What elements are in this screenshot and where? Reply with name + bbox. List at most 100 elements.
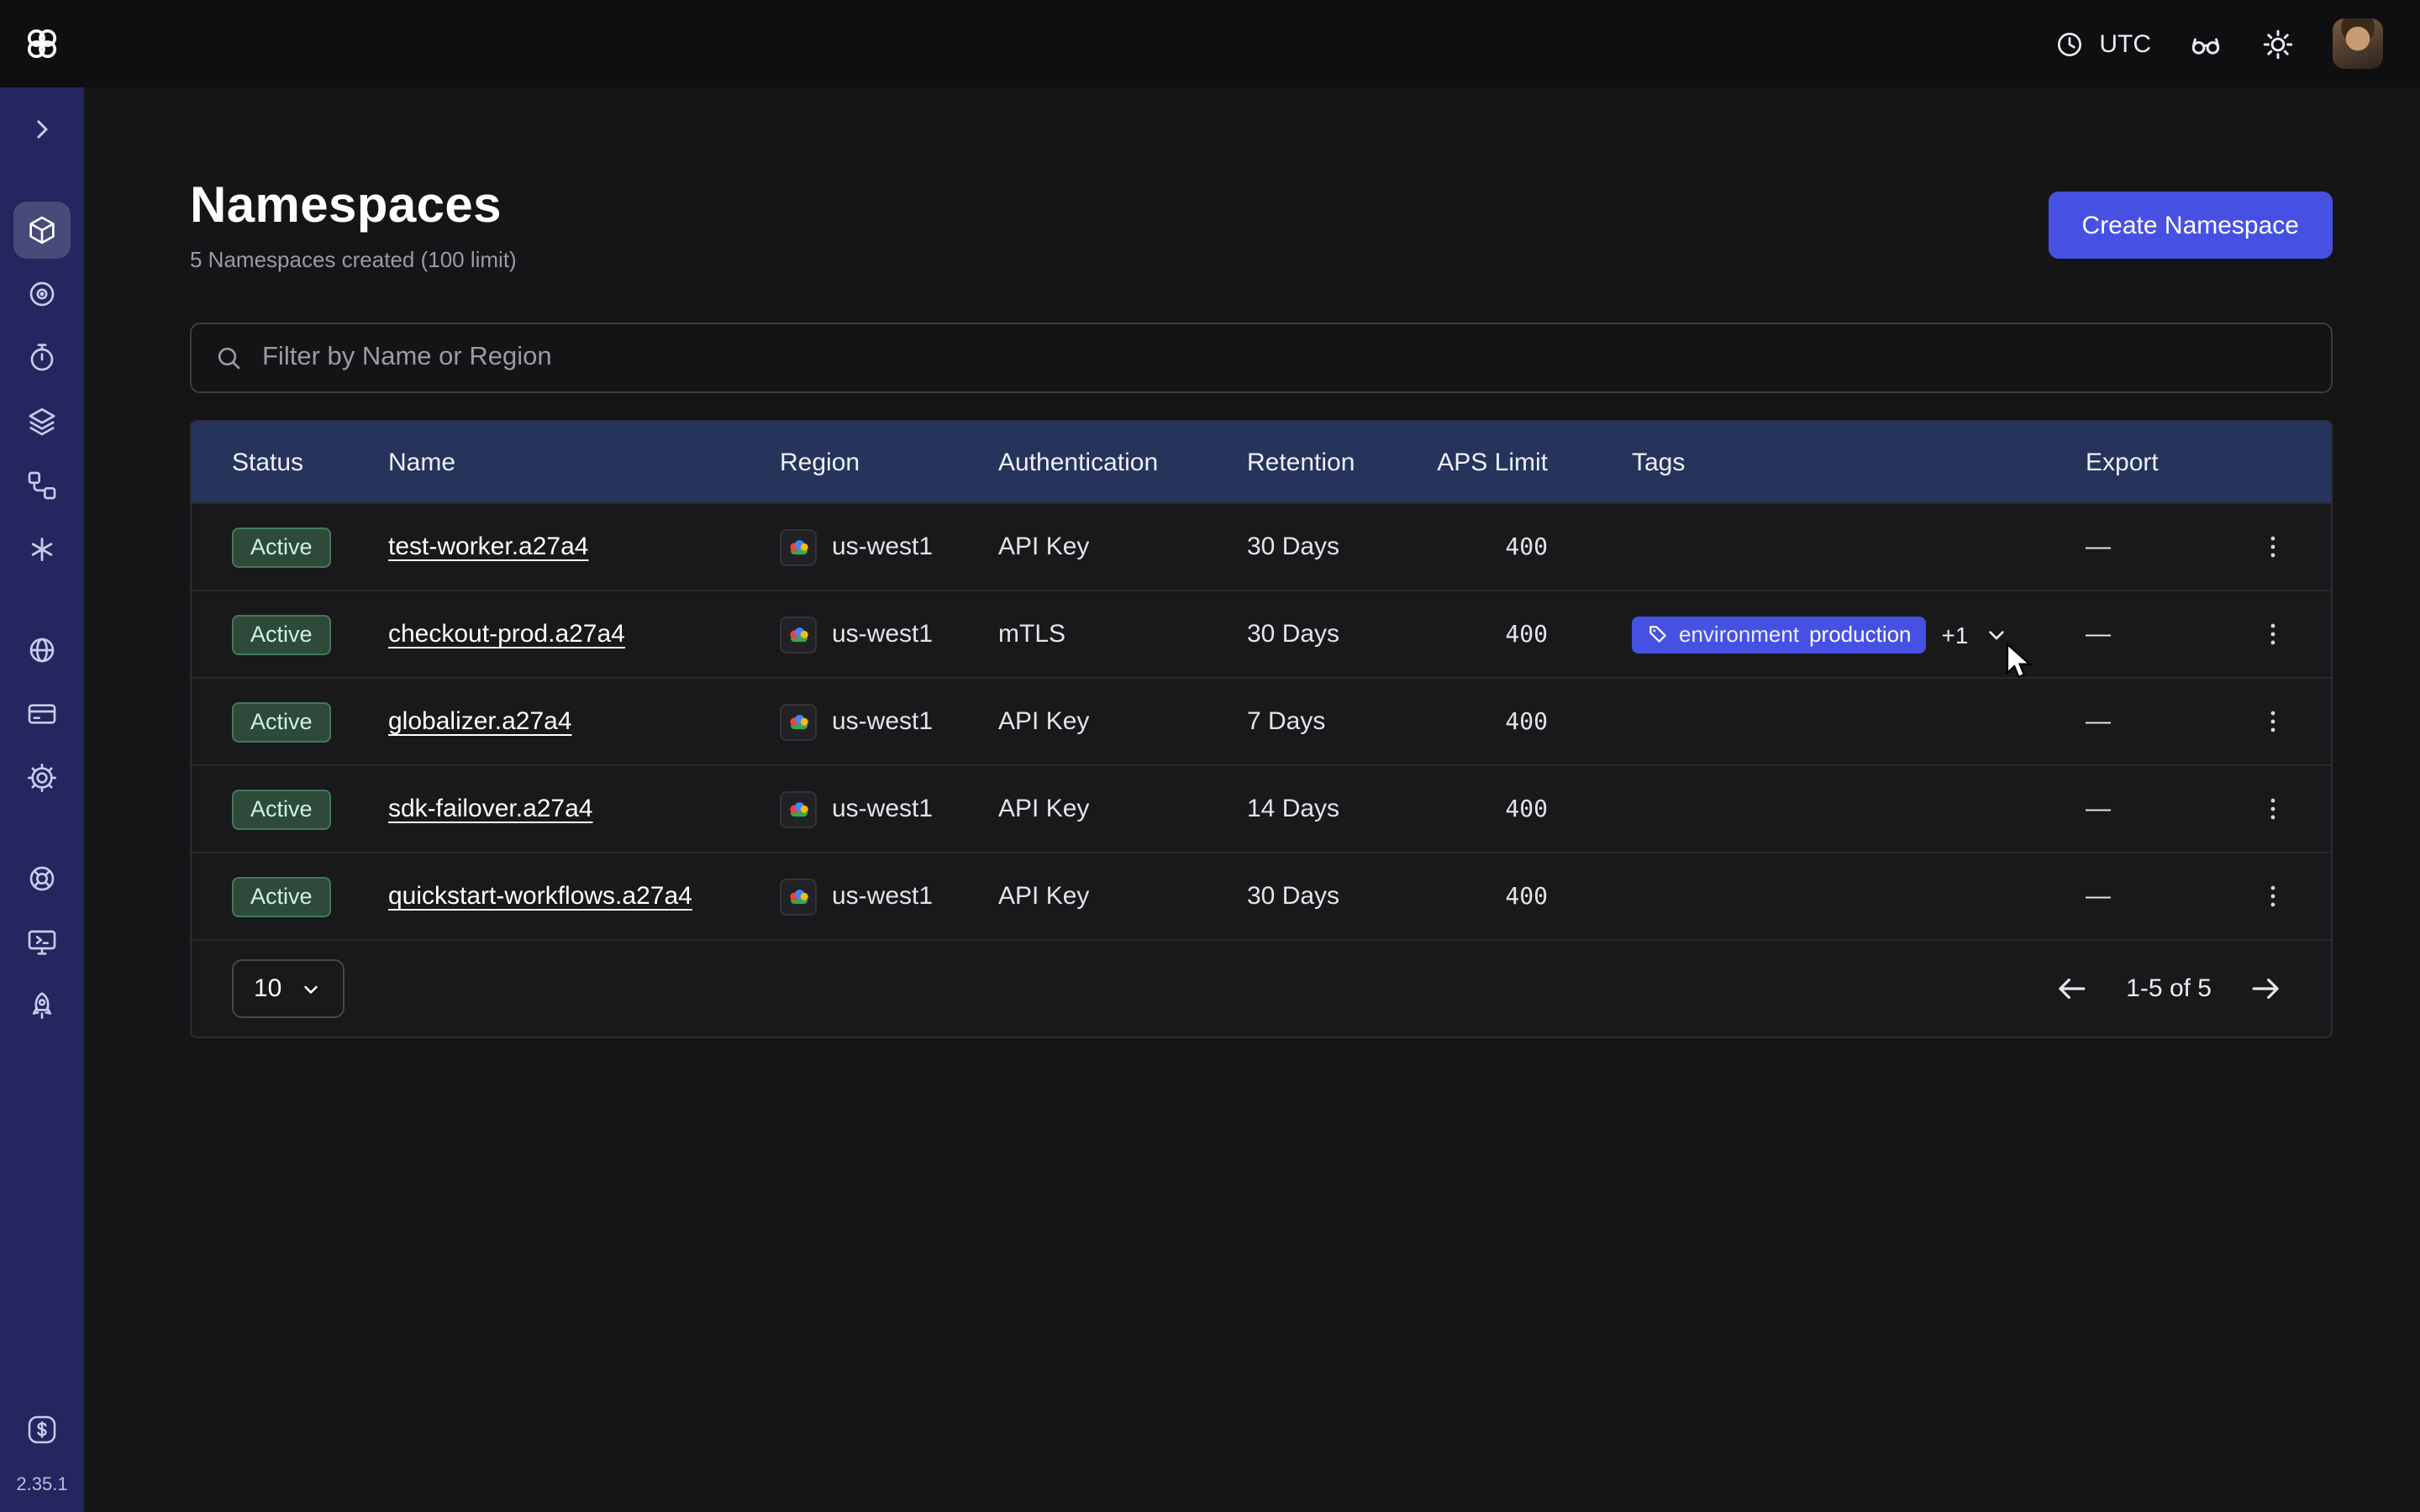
column-header-region: Region [780, 448, 998, 476]
column-header-tags: Tags [1632, 448, 2086, 476]
aps-value: 400 [1432, 533, 1632, 560]
tag-icon [1647, 622, 1669, 644]
status-badge: Active [232, 701, 331, 742]
retention-label: 30 Days [1247, 533, 1432, 561]
gcp-cloud-icon [780, 878, 817, 915]
sidebar-item-support-lifebuoy-icon[interactable] [13, 850, 71, 907]
retention-label: 14 Days [1247, 795, 1432, 823]
gcp-cloud-icon [780, 790, 817, 827]
namespaces-table: Status Name Region Authentication Retent… [190, 420, 2333, 1038]
pagination-next-arrow-icon[interactable] [2245, 968, 2287, 1010]
sidebar-item-layers-icon[interactable] [13, 393, 71, 450]
export-value: — [2086, 707, 2237, 736]
region-label: us-west1 [832, 620, 933, 648]
sidebar-item-workflow-branch-icon[interactable] [13, 457, 71, 514]
create-namespace-button[interactable]: Create Namespace [2049, 192, 2333, 259]
export-value: — [2086, 882, 2237, 911]
row-menu-kebab-icon[interactable] [2252, 701, 2294, 743]
status-badge: Active [232, 876, 331, 916]
tag-key: environment [1679, 621, 1799, 646]
page-subtitle: 5 Namespaces created (100 limit) [190, 247, 517, 272]
aps-value: 400 [1432, 621, 1632, 648]
column-header-retention: Retention [1247, 448, 1432, 476]
namespace-link[interactable]: globalizer.a27a4 [388, 707, 572, 736]
sidebar-item-target-icon[interactable] [13, 265, 71, 323]
column-header-status: Status [232, 448, 388, 476]
retention-label: 30 Days [1247, 882, 1432, 911]
region-label: us-west1 [832, 533, 933, 561]
theme-toggle-sun-icon[interactable] [2260, 26, 2296, 61]
page-size-select[interactable]: 10 [232, 959, 344, 1018]
user-avatar[interactable] [2333, 18, 2383, 69]
search-icon [213, 343, 244, 373]
tag-more-count: +1 [1942, 621, 1969, 648]
sidebar-item-billing-card-icon[interactable] [13, 685, 71, 743]
clock-icon [2054, 28, 2086, 60]
sidebar: 2.35.1 [0, 87, 84, 1512]
table-row: Active globalizer.a27a4 us-west1 [192, 677, 2331, 764]
auth-label: API Key [998, 533, 1247, 561]
page-size-value: 10 [254, 974, 281, 1003]
gcp-cloud-icon [780, 616, 817, 653]
namespace-link[interactable]: quickstart-workflows.a27a4 [388, 882, 692, 911]
filter-search [190, 323, 2333, 393]
table-row: Active sdk-failover.a27a4 us-west1 [192, 764, 2331, 852]
tags-expand-chevron-icon[interactable] [1983, 621, 2010, 648]
page-title: Namespaces [190, 178, 517, 235]
namespace-link[interactable]: sdk-failover.a27a4 [388, 795, 593, 823]
sidebar-collapse-chevron-icon[interactable] [13, 101, 71, 158]
row-menu-kebab-icon[interactable] [2252, 875, 2294, 917]
table-row: Active test-worker.a27a4 us-west1 [192, 502, 2331, 590]
sidebar-item-nexus-asterisk-icon[interactable] [13, 521, 71, 578]
column-header-name: Name [388, 448, 780, 476]
glasses-icon[interactable] [2188, 26, 2223, 61]
gcp-cloud-icon [780, 528, 817, 565]
main-panel: Namespaces 5 Namespaces created (100 lim… [84, 87, 2420, 1512]
column-header-export: Export [2086, 448, 2237, 476]
pagination-prev-arrow-icon[interactable] [2050, 968, 2092, 1010]
row-menu-kebab-icon[interactable] [2252, 526, 2294, 568]
timezone-selector[interactable]: UTC [2054, 28, 2151, 60]
tag-value: production [1809, 621, 1911, 646]
aps-value: 400 [1432, 883, 1632, 910]
status-badge: Active [232, 614, 331, 654]
namespace-link[interactable]: checkout-prod.a27a4 [388, 620, 625, 648]
pagination-range: 1-5 of 5 [2126, 974, 2212, 1003]
auth-label: mTLS [998, 620, 1247, 648]
app-window: UTC [0, 0, 2420, 1512]
sidebar-item-quickstart-rocket-icon[interactable] [13, 978, 71, 1035]
export-value: — [2086, 620, 2237, 648]
temporal-logo-icon[interactable] [0, 25, 84, 62]
usage-dollar-icon[interactable] [13, 1401, 71, 1458]
status-badge: Active [232, 527, 331, 567]
aps-value: 400 [1432, 795, 1632, 822]
table-row: Active quickstart-workflows.a27a4 us-wes… [192, 852, 2331, 939]
table-footer: 10 1-5 of 5 [192, 939, 2331, 1037]
row-menu-kebab-icon[interactable] [2252, 788, 2294, 830]
sidebar-item-globe-icon[interactable] [13, 622, 71, 679]
region-label: us-west1 [832, 882, 933, 911]
auth-label: API Key [998, 795, 1247, 823]
tag-chip[interactable]: environment production [1632, 616, 1927, 653]
sidebar-item-timer-icon[interactable] [13, 329, 71, 386]
filter-input[interactable] [190, 323, 2333, 393]
export-value: — [2086, 533, 2237, 561]
app-version: 2.35.1 [16, 1475, 67, 1495]
region-label: us-west1 [832, 707, 933, 736]
retention-label: 30 Days [1247, 620, 1432, 648]
sidebar-item-tutorial-monitor-icon[interactable] [13, 914, 71, 971]
table-row: Active checkout-prod.a27a4 us-west1 [192, 590, 2331, 677]
retention-label: 7 Days [1247, 707, 1432, 736]
namespace-link[interactable]: test-worker.a27a4 [388, 533, 588, 561]
topbar-actions: UTC [2054, 18, 2420, 69]
sidebar-item-namespaces-cube-icon[interactable] [13, 202, 71, 259]
table-header: Status Name Region Authentication Retent… [192, 422, 2331, 502]
auth-label: API Key [998, 707, 1247, 736]
export-value: — [2086, 795, 2237, 823]
topbar: UTC [0, 0, 2420, 87]
sidebar-item-settings-gear-icon[interactable] [13, 749, 71, 806]
chevron-down-icon [298, 977, 322, 1000]
row-menu-kebab-icon[interactable] [2252, 613, 2294, 655]
status-badge: Active [232, 789, 331, 829]
column-header-authentication: Authentication [998, 448, 1247, 476]
